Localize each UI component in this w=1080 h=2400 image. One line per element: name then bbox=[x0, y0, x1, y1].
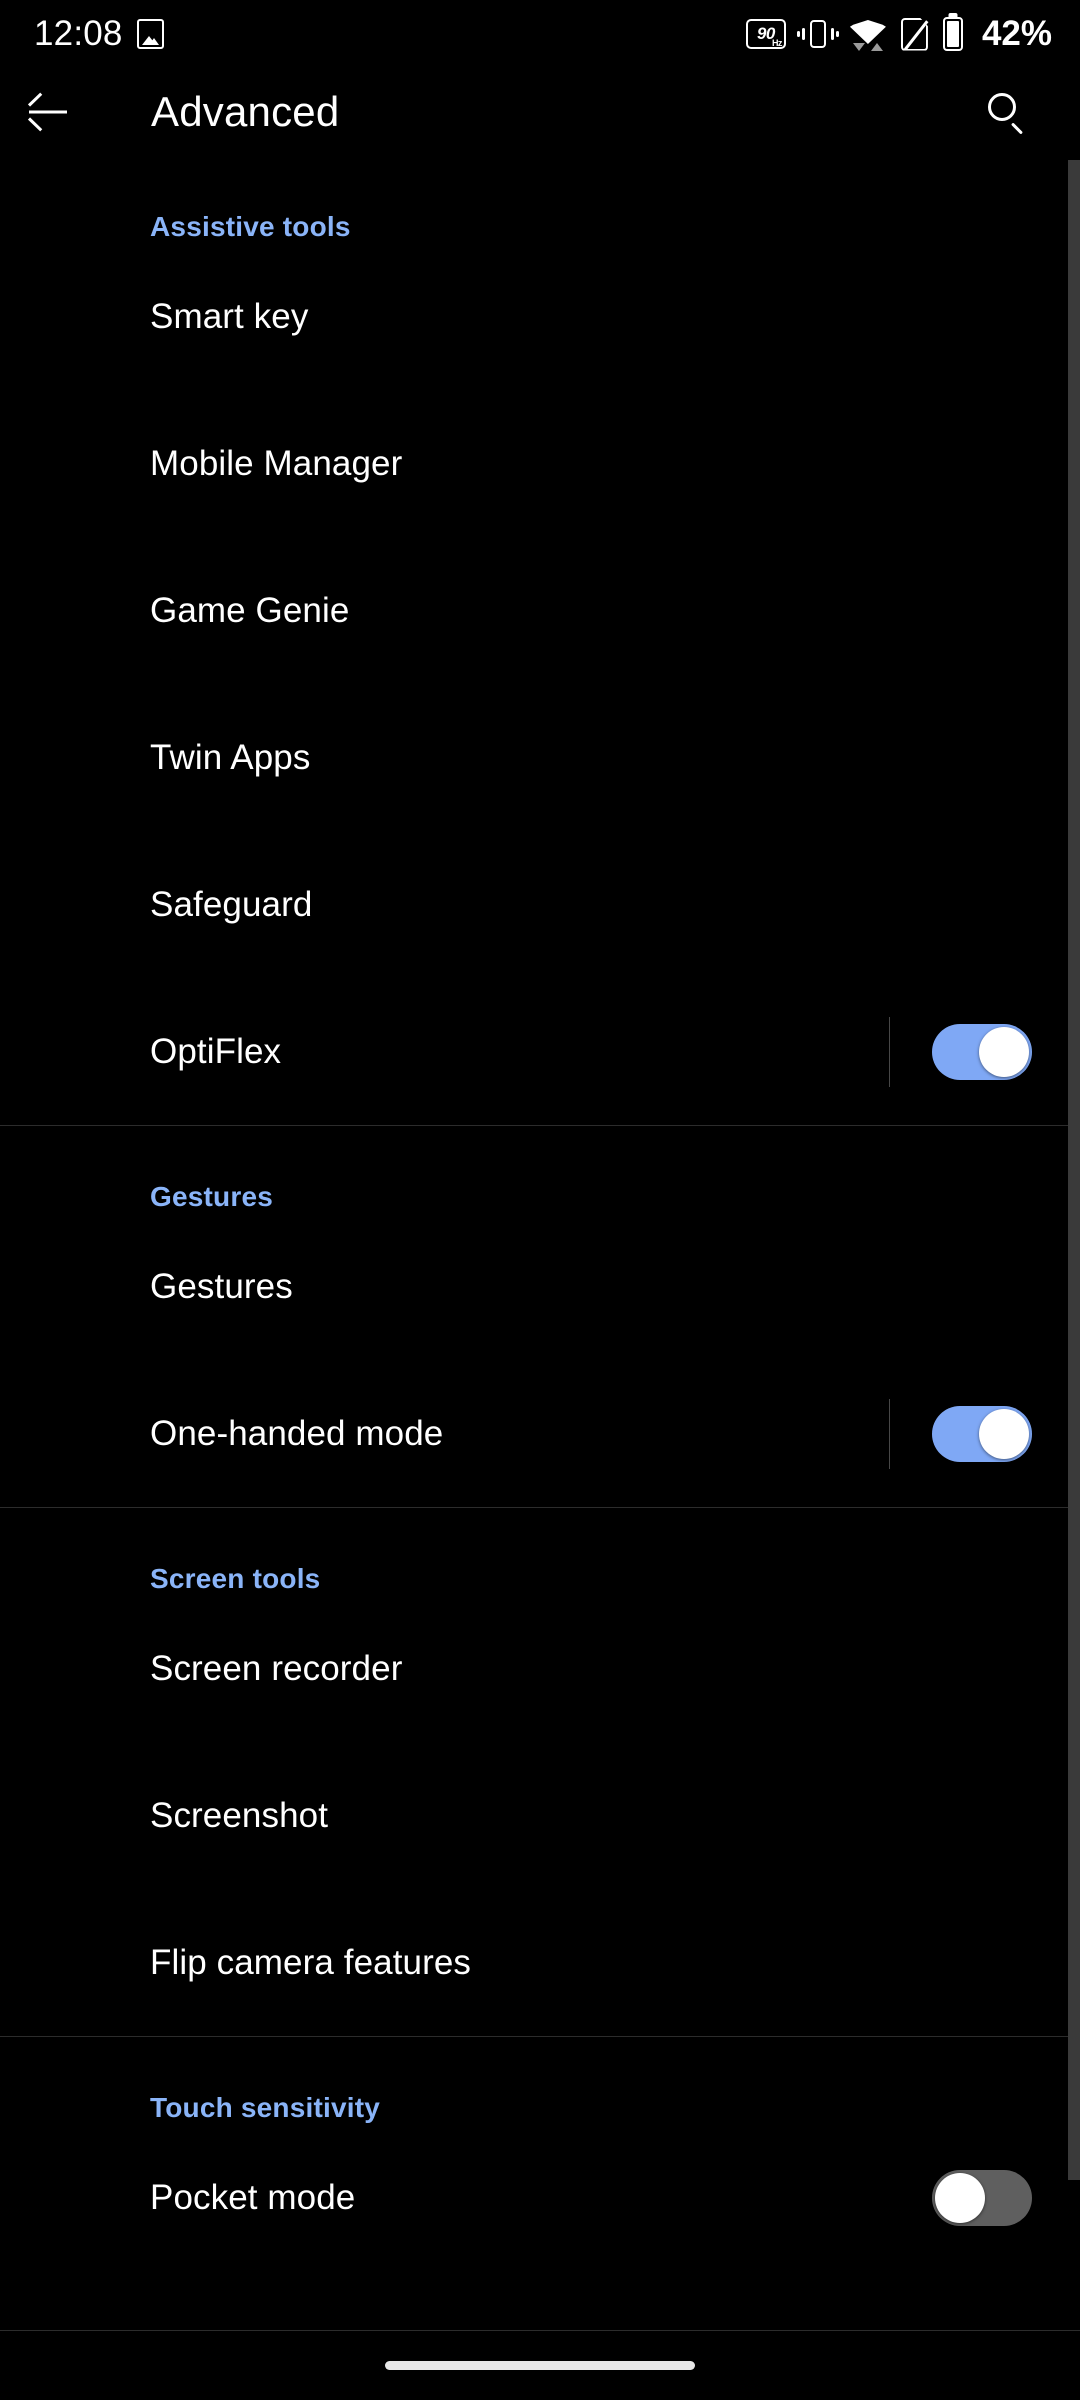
battery-icon bbox=[943, 17, 963, 51]
list-item-screenshot[interactable]: Screenshot bbox=[0, 1742, 1080, 1889]
list-item-label: Mobile Manager bbox=[150, 444, 402, 484]
toggle-optiflex[interactable] bbox=[932, 1024, 1032, 1080]
app-bar: Advanced bbox=[0, 68, 1080, 156]
vertical-scrollbar[interactable] bbox=[1068, 160, 1080, 2180]
wifi-icon bbox=[850, 20, 886, 48]
list-item-label: Safeguard bbox=[150, 885, 312, 925]
settings-list[interactable]: Assistive tools Smart key Mobile Manager… bbox=[0, 156, 1080, 2400]
battery-percentage: 42% bbox=[982, 14, 1052, 54]
section-screen-tools: Screen tools Screen recorder Screenshot … bbox=[0, 1508, 1080, 2036]
list-item-flip-camera-features[interactable]: Flip camera features bbox=[0, 1889, 1080, 2036]
list-item-smart-key[interactable]: Smart key bbox=[0, 243, 1080, 390]
vertical-divider bbox=[889, 1017, 890, 1087]
toggle-pocket-mode[interactable] bbox=[932, 2170, 1032, 2226]
list-item-label: Game Genie bbox=[150, 591, 349, 631]
list-item-label: Twin Apps bbox=[150, 738, 310, 778]
list-item-optiflex[interactable]: OptiFlex bbox=[0, 978, 1080, 1125]
vibrate-mode-icon bbox=[801, 18, 835, 50]
no-sim-icon bbox=[901, 18, 928, 51]
section-header-touch-sensitivity: Touch sensitivity bbox=[0, 2037, 1080, 2124]
list-item-one-handed-mode[interactable]: One-handed mode bbox=[0, 1360, 1080, 1507]
refresh-rate-unit: Hz bbox=[772, 39, 782, 48]
vertical-divider bbox=[889, 1399, 890, 1469]
list-item-label: Screenshot bbox=[150, 1796, 328, 1836]
list-item-label: Gestures bbox=[150, 1267, 293, 1307]
toggle-one-handed-mode[interactable] bbox=[932, 1406, 1032, 1462]
list-item-gestures[interactable]: Gestures bbox=[0, 1213, 1080, 1360]
page-title: Advanced bbox=[151, 88, 339, 136]
list-item-label: Flip camera features bbox=[150, 1943, 471, 1983]
status-bar-left: 12:08 bbox=[34, 14, 164, 54]
android-settings-screen: 12:08 90 Hz 42% bbox=[0, 0, 1080, 2400]
navigation-bar bbox=[0, 2330, 1080, 2400]
refresh-rate-90hz-icon: 90 Hz bbox=[746, 19, 786, 49]
list-item-label: OptiFlex bbox=[150, 1032, 281, 1072]
search-button[interactable] bbox=[962, 68, 1052, 156]
row-accessory bbox=[889, 1360, 1032, 1507]
list-item-label: Screen recorder bbox=[150, 1649, 402, 1689]
list-item-game-genie[interactable]: Game Genie bbox=[0, 537, 1080, 684]
toggle-thumb bbox=[935, 2173, 985, 2223]
status-bar-right: 90 Hz 42% bbox=[746, 14, 1052, 54]
list-item-twin-apps[interactable]: Twin Apps bbox=[0, 684, 1080, 831]
search-icon bbox=[988, 93, 1026, 131]
list-item-label: One-handed mode bbox=[150, 1414, 443, 1454]
section-touch-sensitivity: Touch sensitivity Pocket mode bbox=[0, 2037, 1080, 2271]
list-item-screen-recorder[interactable]: Screen recorder bbox=[0, 1595, 1080, 1742]
row-accessory bbox=[889, 978, 1032, 1125]
home-gesture-pill[interactable] bbox=[385, 2361, 695, 2370]
toggle-thumb bbox=[979, 1409, 1029, 1459]
status-bar-clock: 12:08 bbox=[34, 14, 123, 54]
list-item-pocket-mode[interactable]: Pocket mode bbox=[0, 2124, 1080, 2271]
section-header-assistive-tools: Assistive tools bbox=[0, 156, 1080, 243]
arrow-back-icon bbox=[29, 97, 67, 127]
section-header-screen-tools: Screen tools bbox=[0, 1508, 1080, 1595]
list-item-safeguard[interactable]: Safeguard bbox=[0, 831, 1080, 978]
list-item-label: Smart key bbox=[150, 297, 308, 337]
list-item-mobile-manager[interactable]: Mobile Manager bbox=[0, 390, 1080, 537]
row-accessory bbox=[932, 2124, 1032, 2271]
section-assistive-tools: Assistive tools Smart key Mobile Manager… bbox=[0, 156, 1080, 1125]
list-item-label: Pocket mode bbox=[150, 2178, 355, 2218]
section-header-gestures: Gestures bbox=[0, 1126, 1080, 1213]
image-icon bbox=[137, 19, 164, 49]
section-gestures: Gestures Gestures One-handed mode bbox=[0, 1126, 1080, 1507]
status-bar: 12:08 90 Hz 42% bbox=[0, 0, 1080, 68]
toggle-thumb bbox=[979, 1027, 1029, 1077]
back-button[interactable] bbox=[0, 68, 96, 156]
